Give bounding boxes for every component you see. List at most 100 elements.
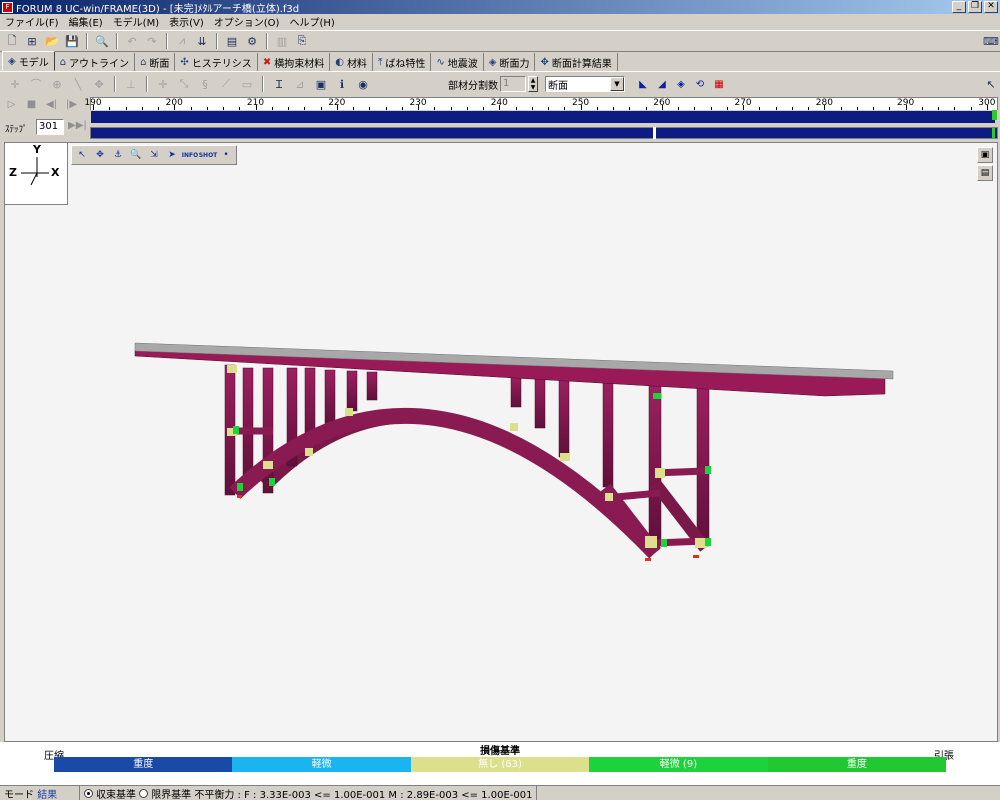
line-icon[interactable]: ╲: [69, 75, 87, 93]
camera-icon[interactable]: ▣: [977, 147, 993, 163]
main-toolbar: 🗋 ⊞ 📂 💾 🔍 ↶ ↷ ⩘ ⇊ ▤ ⚙ ▥ ⎘ ⌨: [0, 30, 1000, 52]
section-i-icon[interactable]: Ɪ: [270, 75, 288, 93]
progress-bar[interactable]: [90, 110, 998, 124]
report-icon[interactable]: ▤: [223, 32, 241, 50]
limit-radio[interactable]: [139, 788, 149, 798]
view-toolbar: ↖ ✥ ⚓ 🔍 ⇲ ➤ INFO SHOT •: [71, 145, 237, 165]
cycle-icon[interactable]: ⟲: [692, 76, 708, 92]
chevron-down-icon[interactable]: ▼: [610, 77, 624, 91]
legend-segment: 重度: [767, 757, 947, 772]
tab-material[interactable]: ◐ 材料: [330, 53, 373, 71]
member-divisions-spinner[interactable]: ▲ ▼: [528, 76, 538, 92]
orbit-icon[interactable]: ✥: [92, 147, 108, 163]
section-edit-icon[interactable]: ⊿: [291, 75, 309, 93]
close-icon[interactable]: ✕: [984, 1, 998, 13]
tab-model[interactable]: ◈ モデル: [2, 51, 55, 71]
export-icon[interactable]: ⎘: [293, 32, 311, 50]
status-bar: モード 結果 収束基準 限界基準 不平衡力 : F : 3.33E-003 <=…: [0, 785, 1000, 800]
tab-force[interactable]: ◈ 断面力: [484, 53, 536, 71]
pointer-icon[interactable]: ↖: [74, 147, 90, 163]
save-icon[interactable]: 💾: [63, 32, 81, 50]
spring-icon[interactable]: §: [196, 75, 214, 93]
cursor-select-icon[interactable]: ↖: [982, 75, 1000, 93]
legend-segment: 軽微: [232, 757, 411, 772]
support-icon[interactable]: ⊕: [48, 75, 66, 93]
anchor-icon[interactable]: ⚓: [110, 147, 126, 163]
fast-forward-icon[interactable]: ▶▶|: [68, 120, 87, 131]
dot-icon[interactable]: •: [218, 147, 234, 163]
menu-help[interactable]: ヘルプ(H): [284, 14, 339, 29]
tab-hysteresis[interactable]: ✣ ヒステリシス: [175, 53, 258, 71]
tab-section[interactable]: ⌂ 断面: [135, 53, 176, 71]
document-icon[interactable]: ▥: [273, 32, 291, 50]
chart-mode-icon[interactable]: ◈: [673, 76, 689, 92]
menu-option[interactable]: オプション(O): [209, 14, 285, 29]
convergence-radio[interactable]: [84, 788, 93, 798]
render-icon[interactable]: ◉: [354, 75, 372, 93]
menu-model[interactable]: モデル(M): [108, 14, 164, 29]
list-icon[interactable]: ▤: [977, 165, 993, 181]
slash-icon[interactable]: ⟋: [217, 75, 235, 93]
model-toolbar: ✛ ⌒ ⊕ ╲ ✥ ⊥ ✛ ⤡ § ⟋ ▭ Ɪ ⊿ ▣ ℹ ◉ 部材分割数 1 …: [0, 74, 1000, 94]
tab-outline[interactable]: ⌂ アウトライン: [55, 53, 136, 71]
legend-bar: 重度 軽微 無し (63) 軽微 (9) 重度: [54, 757, 947, 772]
tab-section-result[interactable]: ✥ 断面計算結果: [535, 53, 618, 71]
scale-icon[interactable]: ▦: [711, 76, 727, 92]
tab-earthquake[interactable]: ∿ 地震波: [431, 53, 484, 71]
front-arch-rib: [229, 407, 661, 559]
cross-icon[interactable]: ✛: [154, 75, 172, 93]
member-divisions-input[interactable]: 1: [500, 76, 526, 92]
outline-tab-icon: ⌂: [59, 56, 67, 68]
step-back-icon[interactable]: ◀|: [44, 97, 59, 112]
image-icon[interactable]: ▣: [312, 75, 330, 93]
open-folder-icon[interactable]: 📂: [43, 32, 61, 50]
add-node-icon[interactable]: ✛: [6, 75, 24, 93]
new-wizard-icon[interactable]: ⊞: [23, 32, 41, 50]
print-preview-icon[interactable]: 🔍: [93, 32, 111, 50]
shot-icon[interactable]: SHOT: [199, 147, 218, 163]
limit-radio-label: 限界基準: [151, 789, 192, 800]
step-label: ｽﾃｯﾌﾟ: [5, 125, 28, 135]
beam-icon[interactable]: ▭: [238, 75, 256, 93]
chart-up-icon[interactable]: ◣: [635, 76, 651, 92]
add-member-icon[interactable]: ⌒: [27, 75, 45, 93]
info-view-icon[interactable]: INFO: [182, 147, 198, 163]
material-tab-icon: ◐: [335, 56, 344, 68]
step-input[interactable]: 301: [36, 119, 64, 135]
move-icon[interactable]: ➤: [164, 147, 180, 163]
tab-spring[interactable]: ⤒ ばね特性: [373, 53, 432, 71]
view-mode-select[interactable]: 断面 ▼: [545, 76, 625, 92]
keyboard-icon[interactable]: ⌨: [982, 32, 1000, 50]
menu-view[interactable]: 表示(V): [164, 14, 209, 29]
chart-down-icon[interactable]: ◢: [654, 76, 670, 92]
minimize-icon[interactable]: _: [952, 1, 966, 13]
redo-icon[interactable]: ↷: [143, 32, 161, 50]
section-result-tab-icon: ✥: [540, 56, 549, 68]
diagonal-icon[interactable]: ⤡: [175, 75, 193, 93]
stop-icon[interactable]: ■: [24, 97, 39, 112]
report-settings-icon[interactable]: ⚙: [243, 32, 261, 50]
member-divisions-label: 部材分割数: [448, 80, 498, 92]
legend-segment: 無し (63): [410, 757, 590, 772]
menu-edit[interactable]: 編集(E): [64, 14, 108, 29]
menu-file[interactable]: ファイル(F): [0, 14, 64, 29]
zoom-icon[interactable]: 🔍: [128, 147, 144, 163]
fit-icon[interactable]: ⇲: [146, 147, 162, 163]
check-icon[interactable]: ⩘: [173, 32, 191, 50]
restore-icon[interactable]: ❐: [968, 1, 982, 13]
new-file-icon[interactable]: 🗋: [3, 32, 21, 50]
info-icon[interactable]: ℹ: [333, 75, 351, 93]
model-tab-icon: ◈: [8, 55, 16, 67]
overall-progress-bar[interactable]: [90, 127, 998, 139]
tab-confinement[interactable]: ✖ 横拘束材料: [258, 53, 331, 71]
damage-legend: 圧縮 損傷基準 引張 重度軽微無し (63)軽微 (9)重度: [0, 742, 1000, 785]
calc-icon[interactable]: ⇊: [193, 32, 211, 50]
bridge-model[interactable]: [5, 143, 998, 742]
pin-icon[interactable]: ⊥: [122, 75, 140, 93]
model-viewport[interactable]: Y Z X ↖ ✥ ⚓ 🔍 ⇲ ➤ INFO SHOT • ▣ ▤: [4, 142, 998, 742]
timeline-ruler[interactable]: 190 200 210 220 230 240 250 260 270 280 290 300: [84, 97, 998, 111]
play-icon[interactable]: ▷: [4, 97, 19, 112]
step-forward-icon[interactable]: |▶: [64, 97, 79, 112]
undo-icon[interactable]: ↶: [123, 32, 141, 50]
rotate-icon[interactable]: ✥: [90, 75, 108, 93]
